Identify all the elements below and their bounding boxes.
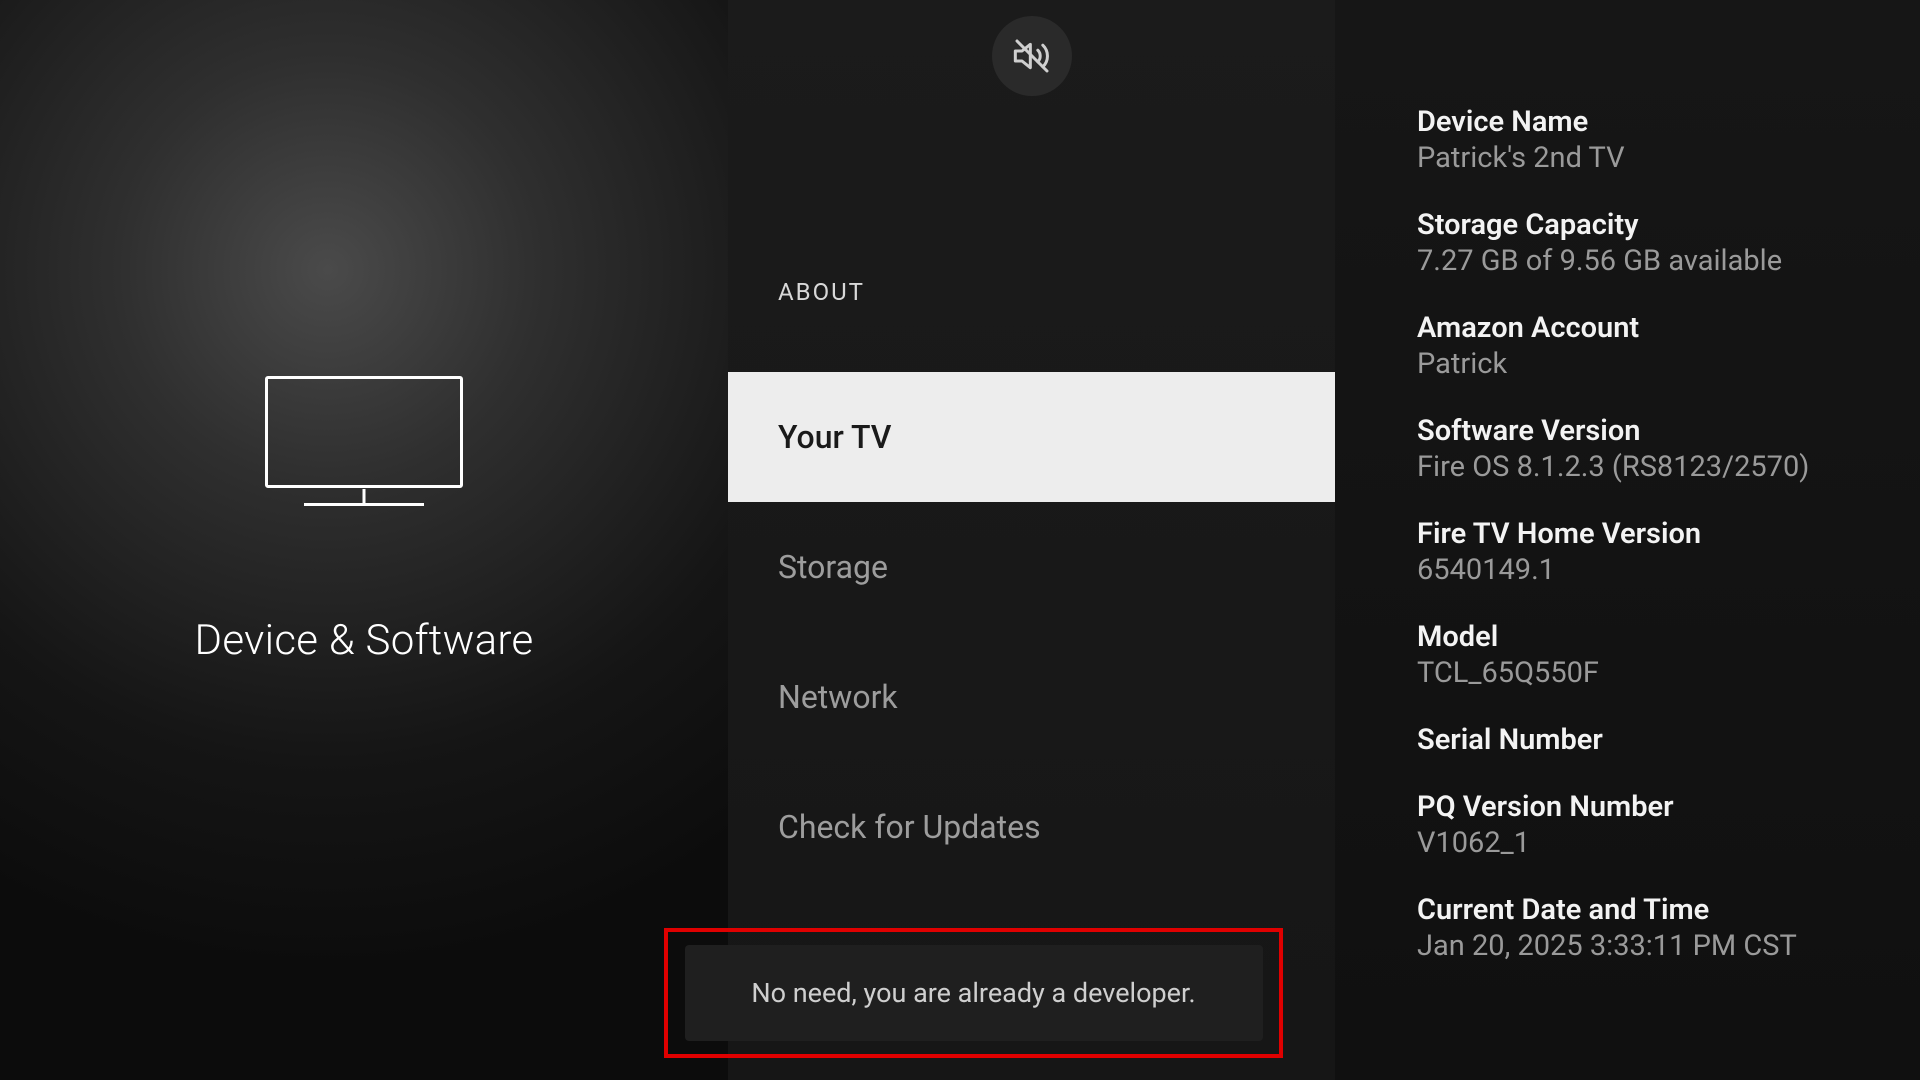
menu-item-storage[interactable]: Storage [728, 502, 1335, 632]
info-value: TCL_65Q550F [1417, 656, 1880, 690]
info-pq-version-number: PQ Version Number V1062_1 [1417, 790, 1880, 860]
info-value: Patrick's 2nd TV [1417, 141, 1880, 175]
info-value: Fire OS 8.1.2.3 (RS8123/2570) [1417, 450, 1880, 484]
details-panel: Device Name Patrick's 2nd TV Storage Cap… [1335, 0, 1920, 1080]
menu-item-check-for-updates[interactable]: Check for Updates [728, 762, 1335, 892]
menu-item-label: Check for Updates [778, 808, 1041, 846]
left-panel: Device & Software [0, 0, 728, 1080]
about-menu: Your TV Storage Network Check for Update… [728, 372, 1335, 892]
menu-item-label: Network [778, 678, 898, 716]
menu-item-your-tv[interactable]: Your TV [728, 372, 1335, 502]
info-software-version: Software Version Fire OS 8.1.2.3 (RS8123… [1417, 414, 1880, 484]
info-label: Software Version [1417, 414, 1880, 448]
toast-message: No need, you are already a developer. [751, 977, 1195, 1009]
info-storage-capacity: Storage Capacity 7.27 GB of 9.56 GB avai… [1417, 208, 1880, 278]
info-label: PQ Version Number [1417, 790, 1880, 824]
info-model: Model TCL_65Q550F [1417, 620, 1880, 690]
info-value: V1062_1 [1417, 826, 1880, 860]
menu-item-network[interactable]: Network [728, 632, 1335, 762]
section-header-about: ABOUT [778, 278, 865, 306]
info-label: Current Date and Time [1417, 893, 1880, 927]
developer-toast: No need, you are already a developer. [685, 945, 1263, 1041]
tv-icon [265, 376, 463, 506]
info-value: 7.27 GB of 9.56 GB available [1417, 244, 1880, 278]
info-value: 6540149.1 [1417, 553, 1880, 587]
page-title: Device & Software [195, 616, 534, 665]
info-label: Storage Capacity [1417, 208, 1880, 242]
middle-panel: ABOUT Your TV Storage Network Check for … [728, 0, 1335, 1080]
menu-item-label: Your TV [778, 418, 891, 456]
info-current-date-time: Current Date and Time Jan 20, 2025 3:33:… [1417, 893, 1880, 963]
info-fire-tv-home-version: Fire TV Home Version 6540149.1 [1417, 517, 1880, 587]
info-label: Fire TV Home Version [1417, 517, 1880, 551]
info-label: Serial Number [1417, 723, 1880, 757]
info-amazon-account: Amazon Account Patrick [1417, 311, 1880, 381]
info-serial-number: Serial Number [1417, 723, 1880, 757]
menu-item-label: Storage [778, 548, 888, 586]
settings-screen: Device & Software ABOUT Your TV Storage … [0, 0, 1920, 1080]
speaker-muted-icon [992, 16, 1072, 96]
info-value: Jan 20, 2025 3:33:11 PM CST [1417, 929, 1880, 963]
info-label: Model [1417, 620, 1880, 654]
info-label: Amazon Account [1417, 311, 1880, 345]
info-label: Device Name [1417, 105, 1880, 139]
toast-highlight-box: No need, you are already a developer. [664, 928, 1283, 1058]
info-value: Patrick [1417, 347, 1880, 381]
info-device-name: Device Name Patrick's 2nd TV [1417, 105, 1880, 175]
